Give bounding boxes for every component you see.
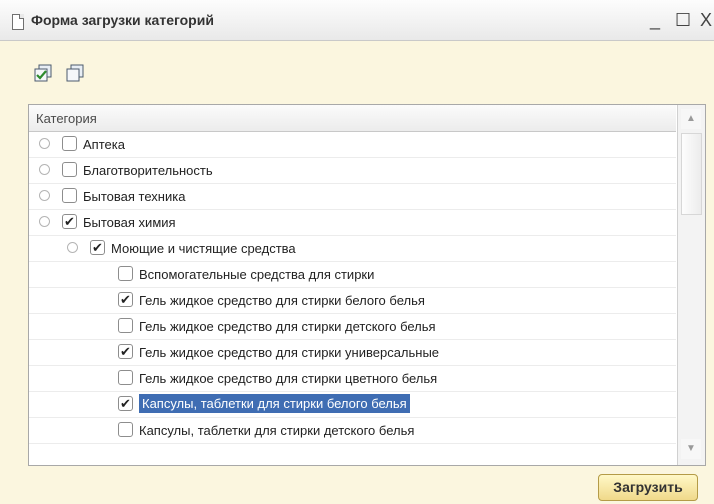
tree-row[interactable]: Аптека xyxy=(29,132,676,158)
row-checkbox[interactable]: ✔ xyxy=(118,396,133,411)
row-label: Гель жидкое средство для стирки белого б… xyxy=(139,293,425,308)
row-label: Моющие и чистящие средства xyxy=(111,241,296,256)
collapse-icon[interactable] xyxy=(39,216,50,227)
expand-icon[interactable] xyxy=(39,138,50,149)
tree-row[interactable]: ✔ Гель жидкое средство для стирки белого … xyxy=(29,288,676,314)
row-checkbox[interactable] xyxy=(62,188,77,203)
column-header-label: Категория xyxy=(36,111,97,126)
vertical-scrollbar[interactable]: ▲ ▼ xyxy=(677,105,705,465)
row-checkbox[interactable]: ✔ xyxy=(118,292,133,307)
title-bar: Форма загрузки категорий _ ☐ X xyxy=(0,0,714,41)
collapse-icon[interactable] xyxy=(67,242,78,253)
row-checkbox[interactable] xyxy=(118,422,133,437)
row-label: Вспомогательные средства для стирки xyxy=(139,267,375,282)
row-checkbox[interactable]: ✔ xyxy=(118,344,133,359)
tree-row[interactable]: ✔ Бытовая химия xyxy=(29,210,676,236)
expand-icon[interactable] xyxy=(39,164,50,175)
minimize-button[interactable]: _ xyxy=(650,10,660,30)
scroll-down-icon[interactable]: ▼ xyxy=(681,439,701,459)
check-all-button[interactable] xyxy=(32,62,54,84)
row-label: Гель жидкое средство для стирки цветного… xyxy=(139,371,438,386)
scroll-up-icon[interactable]: ▲ xyxy=(681,109,701,129)
maximize-button[interactable]: ☐ xyxy=(675,10,691,30)
tree-row[interactable]: Капсулы, таблетки для стирки детского бе… xyxy=(29,418,676,444)
window-title: Форма загрузки категорий xyxy=(31,12,214,28)
tree-row[interactable]: Бытовая техника xyxy=(29,184,676,210)
row-checkbox[interactable] xyxy=(118,370,133,385)
row-checkbox[interactable]: ✔ xyxy=(90,240,105,255)
column-header-category[interactable]: Категория xyxy=(29,105,676,132)
tree-rows: Аптека Благотворительность Бытовая техника… xyxy=(29,132,676,465)
row-label: Аптека xyxy=(83,137,125,152)
tree-row[interactable]: ✔ Моющие и чистящие средства xyxy=(29,236,676,262)
row-checkbox[interactable]: ✔ xyxy=(62,214,77,229)
load-button[interactable]: Загрузить xyxy=(598,474,698,501)
tree-row[interactable]: Вспомогательные средства для стирки xyxy=(29,262,676,288)
row-checkbox[interactable] xyxy=(62,136,77,151)
row-label: Бытовая техника xyxy=(83,189,186,204)
row-label: Гель жидкое средство для стирки детского… xyxy=(139,319,436,334)
tree-row[interactable]: ✔ Гель жидкое средство для стирки универс… xyxy=(29,340,676,366)
tree-row[interactable]: Гель жидкое средство для стирки цветного… xyxy=(29,366,676,392)
uncheck-all-icon xyxy=(66,64,84,82)
uncheck-all-button[interactable] xyxy=(64,62,86,84)
close-button[interactable]: X xyxy=(700,10,712,30)
row-label: Капсулы, таблетки для стирки детского бе… xyxy=(139,423,415,438)
category-tree-table: Категория Аптека Благотворительность Бытов… xyxy=(28,104,706,466)
expand-icon[interactable] xyxy=(39,190,50,201)
row-label: Капсулы, таблетки для стирки белого бель… xyxy=(139,394,410,413)
row-label: Благотворительность xyxy=(83,163,213,178)
tree-row[interactable]: ✔ Капсулы, таблетки для стирки белого бел… xyxy=(29,392,676,418)
row-checkbox[interactable] xyxy=(118,318,133,333)
row-label: Гель жидкое средство для стирки универса… xyxy=(139,345,440,360)
category-load-window: Форма загрузки категорий _ ☐ X Категория… xyxy=(0,0,714,504)
row-label: Бытовая химия xyxy=(83,215,176,230)
tree-row[interactable]: Благотворительность xyxy=(29,158,676,184)
document-icon xyxy=(12,14,24,30)
scroll-thumb[interactable] xyxy=(681,133,702,215)
check-all-icon xyxy=(34,64,52,82)
row-checkbox[interactable] xyxy=(118,266,133,281)
tree-row[interactable]: Гель жидкое средство для стирки детского… xyxy=(29,314,676,340)
row-checkbox[interactable] xyxy=(62,162,77,177)
